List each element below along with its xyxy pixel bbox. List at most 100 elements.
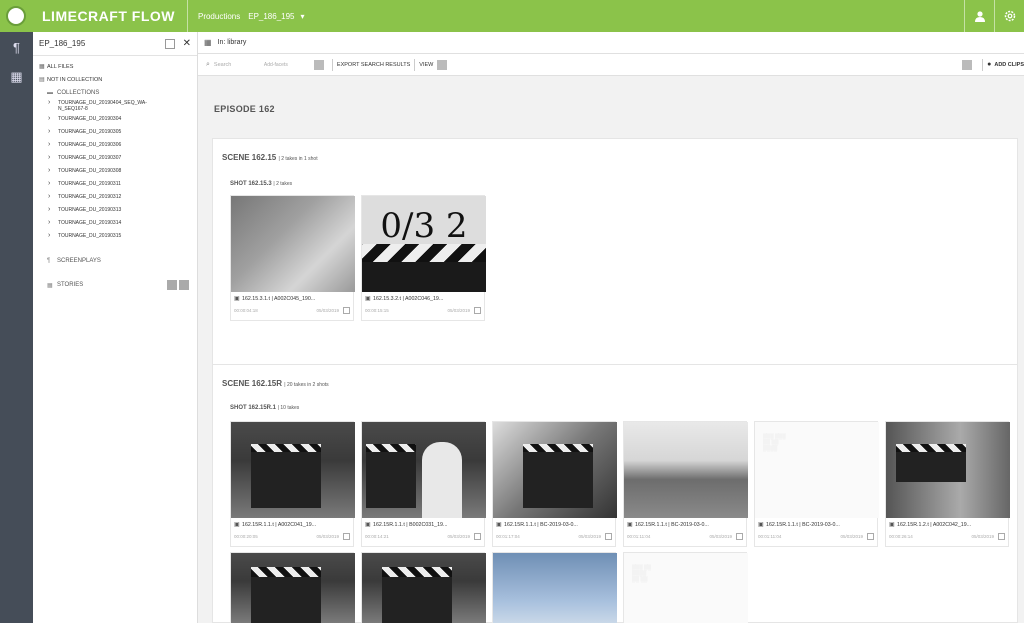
collection-label: TOURNAGE_DU_20190313 [58, 207, 122, 213]
layout-icon[interactable] [962, 59, 973, 70]
view-button[interactable]: VIEW [419, 62, 433, 68]
collection-item[interactable]: › TOURNAGE_DU_20190311 [33, 180, 197, 194]
add-story-icon[interactable] [167, 280, 177, 290]
paragraph-icon[interactable]: ¶ [0, 32, 33, 62]
clip-card[interactable]: ░░░ ░░░ ░░ ░░ ░░░░ ▣ 162.15R.1.1.t | BC-201… [754, 421, 879, 547]
breadcrumb: ▦ In: library [198, 32, 1024, 54]
clip-thumbnail[interactable]: ░░░ ░░░ ░░ ░░ ░░░░ [755, 422, 879, 518]
scene-panel: SCENE 162.15R | 20 takes in 2 shots SHOT… [212, 364, 1018, 623]
table-icon[interactable]: ▦ [0, 62, 33, 92]
copy-icon[interactable] [164, 38, 175, 49]
filter-icon[interactable] [313, 59, 324, 70]
divider [331, 58, 333, 71]
clip-duration: 00:00:20:05 [234, 534, 258, 539]
stories-header[interactable]: ▦ STORIES [33, 278, 197, 292]
search-input[interactable]: Search [214, 62, 264, 68]
clip-thumbnail[interactable] [886, 422, 1010, 518]
chevron-right-icon: › [48, 128, 51, 135]
user-icon: ● [987, 61, 992, 68]
collection-item[interactable]: › TOURNAGE_DU_20190313 [33, 206, 197, 220]
collection-item[interactable]: › TOURNAGE_DU_20190305 [33, 128, 197, 142]
main-panel: ▦ In: library ⌕ Search Add-facets EXPORT… [198, 32, 1024, 623]
select-checkbox[interactable] [343, 307, 350, 314]
search-icon[interactable]: ⌕ [206, 61, 210, 69]
chevron-down-icon[interactable]: ▾ [301, 12, 305, 21]
clip-thumbnail[interactable]: 0/3 2 [362, 196, 486, 292]
clip-card[interactable]: ▣ 162.15R.1.1.t | B002C031_19... 00:00:14… [361, 421, 486, 547]
chevron-right-icon: › [48, 99, 51, 106]
close-icon[interactable]: ✕ [183, 38, 191, 49]
clip-thumbnail[interactable] [362, 422, 486, 518]
clapper-body [362, 262, 486, 292]
logo-icon [6, 6, 26, 26]
clip-thumbnail[interactable] [231, 196, 355, 292]
select-checkbox[interactable] [474, 533, 481, 540]
select-checkbox[interactable] [998, 533, 1005, 540]
clip-duration: 00:00:04:18 [234, 308, 258, 313]
clip-card[interactable]: ▣ 162.15R.1.1.t | BC-2019-03-0... 00:01:1… [492, 421, 617, 547]
clip-thumbnail[interactable] [231, 553, 355, 623]
export-search-results-button[interactable]: EXPORT SEARCH RESULTS [337, 62, 410, 68]
select-checkbox[interactable] [736, 533, 743, 540]
clip-card[interactable]: 0/3 2 ▣ 162.15.3.2.t | A002C046_19... 00:… [361, 195, 486, 321]
collection-item[interactable]: › TOURNAGE_DU_20190304 [33, 115, 197, 129]
app-logo[interactable] [0, 0, 32, 32]
clip-thumbnail[interactable] [493, 553, 617, 623]
clip-card[interactable] [361, 552, 486, 623]
production-selector[interactable]: EP_186_195 [248, 12, 294, 21]
clip-card[interactable]: ▣ 162.15R.1.1.t | BC-2019-03-0... 00:01:1… [623, 421, 748, 547]
select-checkbox[interactable] [605, 533, 612, 540]
collection-item[interactable]: › TOURNAGE_DU_20190404_SEQ_WA-N_SEQ167-8 [33, 99, 197, 116]
select-checkbox[interactable] [474, 307, 481, 314]
shot-subtitle: | 10 takes [277, 405, 300, 411]
productions-label: Productions [197, 11, 241, 21]
story-options-icon[interactable] [179, 280, 189, 290]
facets-input[interactable]: Add-facets [264, 62, 310, 68]
select-checkbox[interactable] [867, 533, 874, 540]
clip-thumbnail[interactable]: ░░░ ░░ ░░░░ ░░ ░░ [624, 553, 748, 623]
clip-date: 05/03/2019 [447, 308, 470, 313]
gear-icon[interactable] [994, 0, 1024, 32]
clip-duration: 00:00:26:14 [889, 534, 913, 539]
clip-thumbnail[interactable] [231, 422, 355, 518]
collection-label: TOURNAGE_DU_20190308 [58, 168, 122, 174]
shot-title-label: SHOT 162.15R.1 [230, 405, 277, 411]
clip-name-label: 162.15R.1.1.t | BC-2019-03-0... [504, 521, 578, 528]
clip-card[interactable]: ▣ 162.15R.1.1.t | A002C041_19... 00:00:20… [230, 421, 355, 547]
clapper-body [366, 452, 416, 508]
user-icon[interactable] [964, 0, 994, 32]
clip-meta: 00:00:20:05 05/03/2019 [231, 531, 353, 542]
clip-duration: 00:01:17:04 [496, 534, 520, 539]
clip-card[interactable] [492, 552, 617, 623]
sidebar-item-all-files[interactable]: ▦ ALL FILES [33, 60, 197, 73]
clip-thumbnail[interactable] [362, 553, 486, 623]
collection-item[interactable]: › TOURNAGE_DU_20190306 [33, 141, 197, 155]
collection-label: TOURNAGE_DU_20190311 [58, 181, 121, 187]
clip-card[interactable]: ░░░ ░░ ░░░░ ░░ ░░ [623, 552, 748, 623]
clip-thumbnail[interactable] [493, 422, 617, 518]
collections-header[interactable]: ▬ COLLECTIONS [33, 86, 197, 100]
collection-item[interactable]: › TOURNAGE_DU_20190307 [33, 154, 197, 168]
clip-card[interactable]: ▣ 162.15R.1.2.t | A002C042_19... 00:00:26… [885, 421, 1010, 547]
clip-name: ▣ 162.15.3.2.t | A002C046_19... [362, 292, 484, 305]
select-checkbox[interactable] [343, 533, 350, 540]
grid-icon[interactable]: ▦ [204, 38, 212, 47]
sidebar-item-not-in-collection[interactable]: ▤ NOT IN COLLECTION [33, 73, 197, 86]
screenplays-header[interactable]: ¶ SCREENPLAYS [33, 254, 197, 268]
collection-item[interactable]: › TOURNAGE_DU_20190314 [33, 219, 197, 233]
collection-item[interactable]: › TOURNAGE_DU_20190308 [33, 167, 197, 181]
sidebar: EP_186_195 ✕ ▦ ALL FILES ▤ NOT IN COLLECTI… [33, 32, 198, 623]
clip-card[interactable] [230, 552, 355, 623]
clip-date: 05/03/2019 [447, 534, 470, 539]
divider [414, 58, 416, 71]
collection-item[interactable]: › TOURNAGE_DU_20190315 [33, 232, 197, 246]
clip-date: 05/03/2019 [971, 534, 994, 539]
collection-item[interactable]: › TOURNAGE_DU_20190312 [33, 193, 197, 207]
clip-thumbnail[interactable] [624, 422, 748, 518]
add-clips-button[interactable]: ADD CLIPS [994, 62, 1024, 68]
view-icon[interactable] [437, 59, 448, 70]
clapper-body [251, 577, 321, 623]
clip-name: ▣ 162.15R.1.1.t | B002C031_19... [362, 518, 484, 531]
shot-title-label: SHOT 162.15.3 [230, 181, 272, 187]
clip-card[interactable]: ▣ 162.15.3.1.t | A002C045_190... 00:00:04… [230, 195, 355, 321]
